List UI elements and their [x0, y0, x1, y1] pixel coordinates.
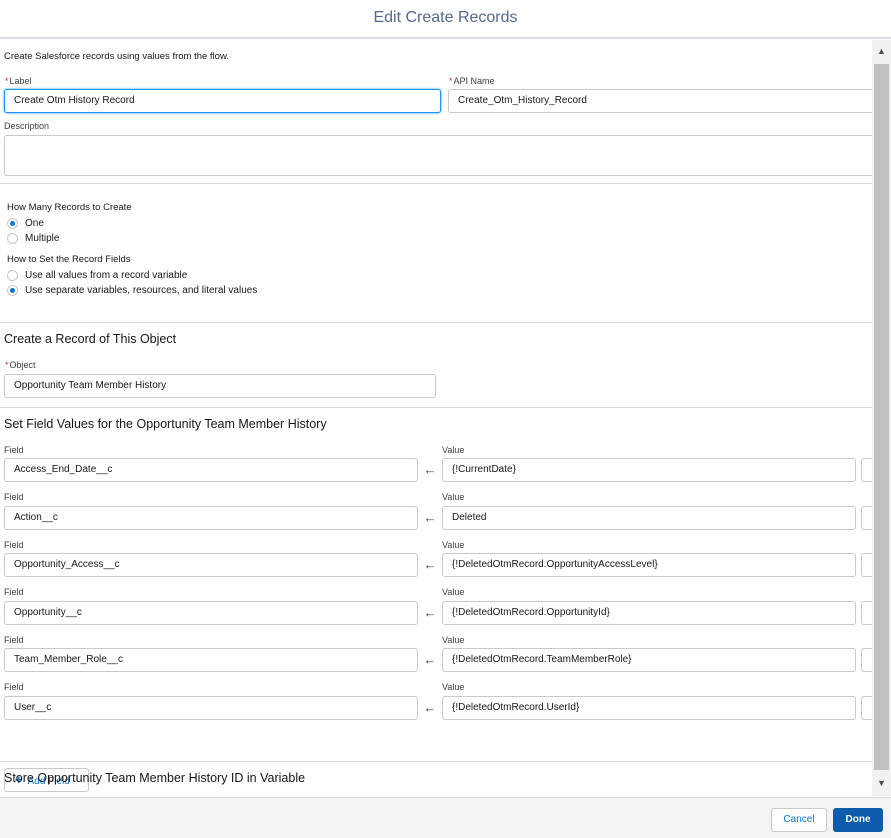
how-to-set-title: How to Set the Record Fields [7, 254, 131, 265]
radio-multiple-label: Multiple [25, 233, 60, 244]
modal-header: Edit Create Records [0, 0, 891, 39]
value-input-user-id[interactable]: {!DeletedOtmRecord.UserId} [442, 696, 856, 720]
field-label: Field [4, 635, 24, 645]
scrollbar[interactable]: ▲ ▼ [872, 40, 891, 796]
arrow-left-icon: ← [423, 652, 437, 667]
field-label: Field [4, 445, 24, 455]
done-button[interactable]: Done [833, 808, 883, 832]
value-input-access-level[interactable]: {!DeletedOtmRecord.OpportunityAccessLeve… [442, 553, 856, 577]
arrow-left-icon: ← [423, 700, 437, 715]
field-input-opportunity[interactable]: Opportunity__c [4, 601, 418, 625]
object-section-title: Create a Record of This Object [4, 332, 177, 346]
arrow-left-icon: ← [423, 605, 437, 620]
value-label: Value [442, 587, 465, 597]
value-label: Value [442, 682, 465, 692]
object-field-label: *Object [5, 360, 36, 370]
required-mark: * [449, 76, 453, 86]
intro-text: Create Salesforce records using values f… [4, 51, 229, 62]
object-input[interactable]: Opportunity Team Member History [4, 374, 436, 398]
divider [0, 407, 872, 408]
api-name-input[interactable]: Create_Otm_History_Record [448, 89, 872, 113]
arrow-left-icon: ← [423, 462, 437, 477]
field-label: Field [4, 682, 24, 692]
label-input[interactable]: Create Otm History Record [4, 89, 441, 113]
field-input-user[interactable]: User__c [4, 696, 418, 720]
modal-footer: Cancel Done [0, 797, 891, 838]
radio-separate-values-label: Use separate variables, resources, and l… [25, 285, 258, 296]
field-label: Field [4, 492, 24, 502]
value-label: Value [442, 635, 465, 645]
value-input-current-date[interactable]: {!CurrentDate} [442, 458, 856, 482]
modal-title: Edit Create Records [373, 9, 518, 26]
divider [0, 322, 872, 323]
object-caption: Object [9, 360, 36, 370]
divider [0, 183, 872, 184]
how-many-title: How Many Records to Create [7, 202, 132, 213]
radio-record-variable[interactable] [7, 270, 18, 281]
value-input-team-member-role[interactable]: {!DeletedOtmRecord.TeamMemberRole} [442, 648, 856, 672]
required-mark: * [5, 360, 9, 370]
label-caption: Label [9, 76, 32, 86]
scroll-up-icon[interactable]: ▲ [872, 42, 891, 61]
field-input-opportunity-access[interactable]: Opportunity_Access__c [4, 553, 418, 577]
field-input-access-end-date[interactable]: Access_End_Date__c [4, 458, 418, 482]
arrow-left-icon: ← [423, 557, 437, 572]
arrow-left-icon: ← [423, 510, 437, 525]
field-values-section-title: Set Field Values for the Opportunity Tea… [4, 417, 327, 431]
field-input-action[interactable]: Action__c [4, 506, 418, 530]
radio-one[interactable] [7, 218, 18, 229]
value-label: Value [442, 492, 465, 502]
api-name-field-label: *API Name [449, 76, 495, 86]
radio-multiple[interactable] [7, 233, 18, 244]
store-section-title: Store Opportunity Team Member History ID… [4, 771, 306, 785]
radio-separate-values[interactable] [7, 285, 18, 296]
label-field-label: *Label [5, 76, 32, 86]
modal-body: Create Salesforce records using values f… [0, 40, 891, 797]
divider [0, 761, 872, 762]
description-label: Description [4, 121, 50, 131]
required-mark: * [5, 76, 9, 86]
field-label: Field [4, 540, 24, 550]
value-label: Value [442, 540, 465, 550]
cancel-button[interactable]: Cancel [771, 808, 827, 832]
field-label: Field [4, 587, 24, 597]
value-label: Value [442, 445, 465, 455]
radio-record-variable-label: Use all values from a record variable [25, 270, 188, 281]
radio-one-label: One [25, 218, 44, 229]
description-textarea[interactable] [4, 135, 872, 176]
scroll-thumb[interactable] [874, 64, 889, 770]
api-name-caption: API Name [453, 76, 495, 86]
field-input-team-member-role[interactable]: Team_Member_Role__c [4, 648, 418, 672]
scroll-down-icon[interactable]: ▼ [872, 774, 891, 793]
value-input-deleted[interactable]: Deleted [442, 506, 856, 530]
value-input-opportunity-id[interactable]: {!DeletedOtmRecord.OpportunityId} [442, 601, 856, 625]
